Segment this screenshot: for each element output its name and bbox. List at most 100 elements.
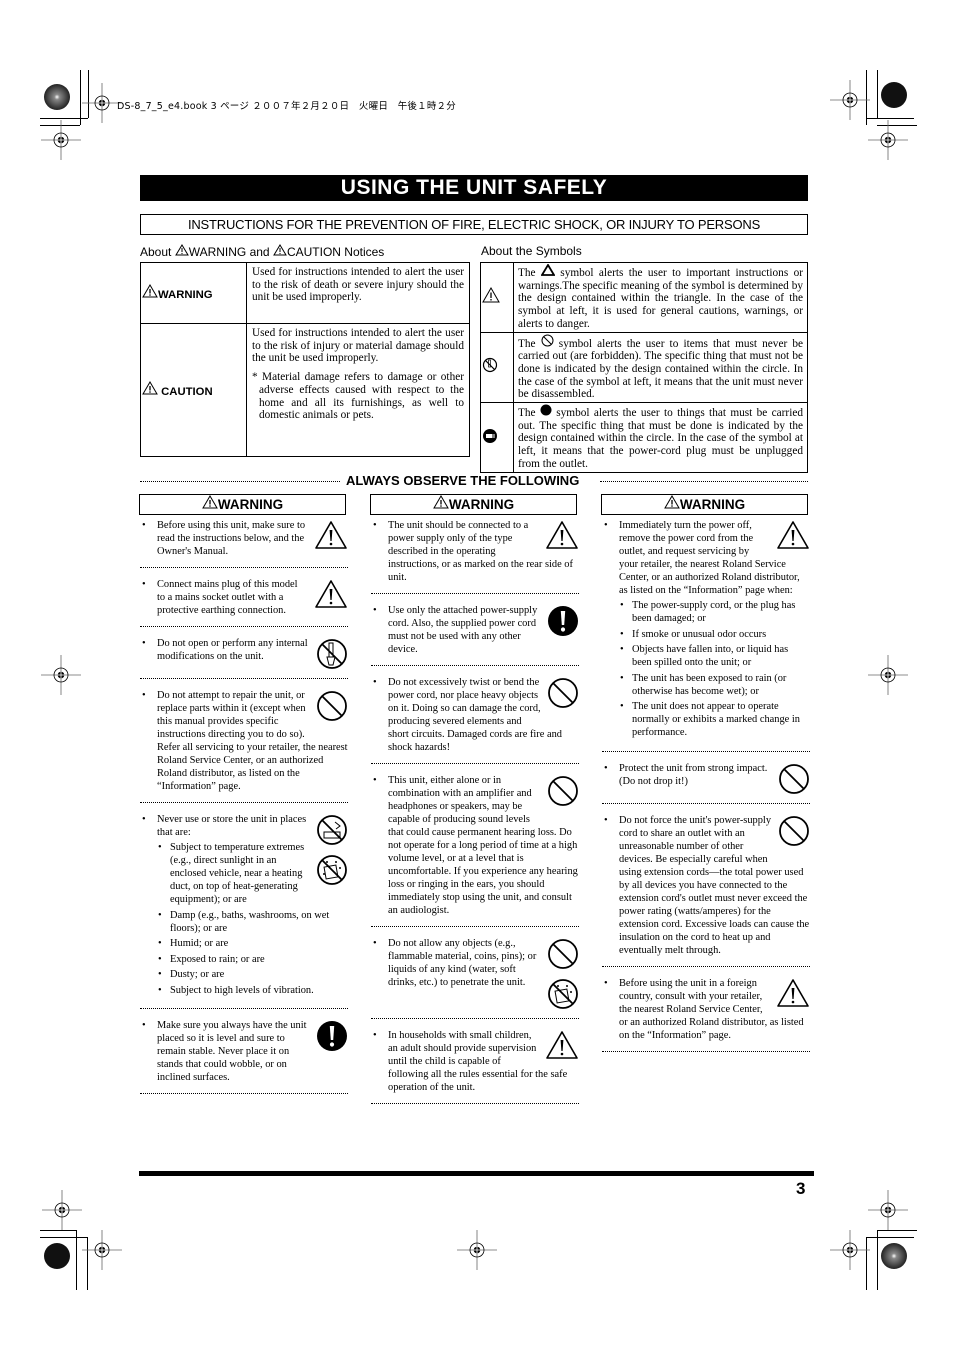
- caution-text: Used for instructions intended to alert …: [252, 327, 464, 365]
- notice-row-caution: CAUTION Used for instructions intended t…: [140, 323, 470, 457]
- warning-item: • Do not attempt to repair the unit, or r…: [140, 689, 348, 802]
- triangle-outline-icon: [540, 263, 556, 276]
- symbol-cell: [480, 402, 514, 474]
- warning-triangle-icon: [482, 287, 500, 303]
- bullet: •: [373, 1030, 377, 1041]
- warning-item: • Do not allow any objects (e.g., flammab…: [371, 937, 579, 1009]
- dotted-separator: [602, 802, 810, 804]
- dotted-separator: [371, 665, 579, 666]
- warning-triangle-icon: [433, 495, 449, 509]
- dotted-separator: [140, 1093, 348, 1094]
- dotted-separator: [602, 965, 810, 967]
- color-target-icon: [44, 1243, 70, 1269]
- warning-triangle-icon: [142, 284, 158, 298]
- registration-mark-icon: [456, 1229, 498, 1271]
- dotted-separator: [602, 1050, 810, 1052]
- symbol-cell: [480, 331, 514, 404]
- bullet: •: [373, 520, 377, 531]
- notice-description: Used for instructions intended to alert …: [246, 262, 470, 324]
- warning-item: • This unit, either alone or in combinati…: [371, 774, 579, 926]
- sub-list-item: Dusty; or are: [157, 968, 348, 981]
- warning-column-1: • Before using this unit, make sure to re…: [140, 519, 348, 1104]
- sub-list-item: Damp (e.g., baths, washrooms, on wet flo…: [157, 909, 348, 935]
- prohibited-icon: [316, 690, 348, 726]
- symbol-description: The symbol alerts the user to important …: [513, 262, 808, 333]
- notices-caption: About WARNING and CAUTION Notices: [140, 244, 384, 259]
- sub-list-item: If smoke or unusual odor occurs: [619, 628, 810, 641]
- bullet: •: [604, 977, 608, 989]
- registration-mark-icon: [829, 79, 871, 121]
- caption-text: WARNING and: [188, 245, 270, 259]
- dotted-separator: [140, 626, 348, 627]
- column-warning-header: WARNING: [370, 494, 577, 515]
- dotted-separator: [140, 678, 348, 679]
- warning-triangle-icon: [273, 244, 287, 256]
- filled-circle-icon: [540, 404, 552, 416]
- warning-triangle-icon: [202, 495, 218, 509]
- sub-list-item: Subject to high levels of vibration.: [157, 984, 348, 997]
- warning-triangle-icon: [776, 520, 810, 554]
- notices-table: WARNING Used for instructions intended t…: [140, 262, 470, 457]
- no-liquid-objects-icons: [547, 938, 579, 1014]
- color-target-icon: [44, 84, 70, 110]
- sub-list-item: The unit does not appear to operate norm…: [619, 700, 810, 739]
- dotted-separator: [140, 567, 348, 568]
- symbol-row: The symbol alerts the user to things tha…: [480, 402, 808, 474]
- bullet: •: [604, 814, 608, 826]
- caution-triangle-icon: [142, 381, 158, 395]
- warning-item: • Do not force the unit's power-supply co…: [602, 814, 810, 966]
- registration-mark-icon: [41, 1189, 83, 1231]
- prohibited-icon: [547, 677, 579, 713]
- dotted-separator: [371, 926, 579, 927]
- divider: [140, 481, 340, 482]
- symbol-description: The symbol alerts the user to items that…: [513, 331, 808, 404]
- warning-item: • Before using the unit in a foreign coun…: [602, 977, 810, 1051]
- mandatory-exclamation-icon: [316, 1020, 348, 1056]
- bullet: •: [373, 775, 377, 786]
- registration-mark-icon: [867, 1189, 909, 1231]
- prohibited-icon: [547, 775, 579, 811]
- bullet: •: [142, 579, 146, 590]
- symbols-caption: About the Symbols: [481, 244, 582, 258]
- bullet: •: [373, 605, 377, 616]
- symbol-cell: [480, 262, 514, 333]
- caption-text: CAUTION Notices: [286, 245, 385, 259]
- warning-triangle-icon: [314, 520, 348, 554]
- symbols-table: The symbol alerts the user to important …: [480, 262, 808, 474]
- warning-item: • Immediately turn the power off, remove …: [602, 519, 810, 751]
- page-title: USING THE UNIT SAFELY: [140, 175, 808, 201]
- sub-list: Subject to temperature extremes (e.g., d…: [157, 841, 348, 997]
- warning-item: • Never use or store the unit in places t…: [140, 813, 348, 1008]
- bullet: •: [142, 690, 146, 701]
- warning-triangle-icon: [545, 1030, 579, 1064]
- column-warning-header: WARNING: [601, 494, 808, 515]
- sub-list-item: Objects have fallen into, or liquid has …: [619, 643, 810, 669]
- sub-list-item: Subject to temperature extremes (e.g., d…: [157, 841, 348, 906]
- symbol-description: The symbol alerts the user to things tha…: [513, 402, 808, 474]
- warning-triangle-icon: [776, 978, 810, 1012]
- sub-list-item: The power-supply cord, or the plug has b…: [619, 599, 810, 625]
- dotted-separator: [140, 1008, 348, 1009]
- dotted-separator: [371, 1018, 579, 1019]
- registration-mark-icon: [81, 82, 123, 124]
- dotted-separator: [371, 1103, 579, 1104]
- bullet: •: [142, 638, 146, 649]
- page-number: 3: [796, 1179, 806, 1198]
- color-target-icon: [881, 82, 907, 108]
- warning-item: • In households with small children, an a…: [371, 1029, 579, 1103]
- bullet: •: [373, 938, 377, 949]
- mandatory-exclamation-icon: [547, 605, 579, 641]
- warning-triangle-icon: [545, 520, 579, 554]
- dotted-separator: [371, 593, 579, 594]
- sub-list-item: Exposed to rain; or are: [157, 953, 348, 966]
- sub-list-item: The unit has been exposed to rain (or ot…: [619, 672, 810, 698]
- dotted-separator: [140, 802, 348, 803]
- warning-triangle-icon: [174, 244, 189, 256]
- dotted-separator: [371, 763, 579, 764]
- no-disassembly-icon: [316, 638, 348, 674]
- bullet: •: [142, 814, 146, 825]
- registration-mark-icon: [81, 1229, 123, 1271]
- print-header: DS-8_7_5_e4.book 3 ページ ２００７年２月２０日 火曜日 午後…: [117, 101, 456, 112]
- divider: [600, 481, 808, 482]
- warning-item: • Do not open or perform any internal mod…: [140, 637, 348, 672]
